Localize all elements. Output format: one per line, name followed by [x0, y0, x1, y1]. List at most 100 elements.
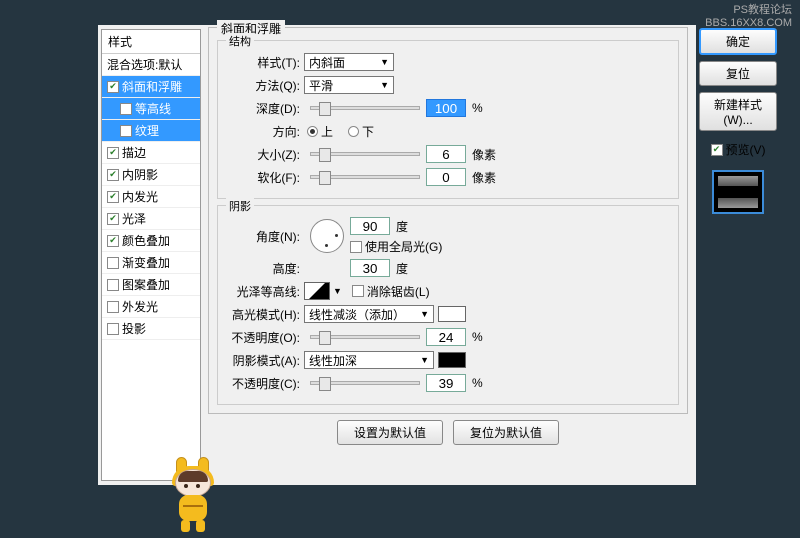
soften-slider[interactable] — [310, 175, 420, 179]
blend-options[interactable]: 混合选项:默认 — [102, 54, 200, 76]
style-item-11[interactable]: 投影 — [102, 318, 200, 340]
global-light-label: 使用全局光(G) — [365, 238, 442, 255]
antialias-label: 消除锯齿(L) — [367, 283, 430, 300]
style-checkbox[interactable]: ✔ — [107, 147, 119, 159]
style-item-9[interactable]: 图案叠加 — [102, 274, 200, 296]
down-label: 下 — [362, 123, 374, 140]
style-item-5[interactable]: ✔内发光 — [102, 186, 200, 208]
action-panel: 确定 复位 新建样式(W)... ✔ 预览(V) — [698, 28, 778, 214]
style-item-7[interactable]: ✔颜色叠加 — [102, 230, 200, 252]
shadow-color[interactable] — [438, 352, 466, 368]
structure-title: 结构 — [226, 33, 254, 49]
shadow-opacity-label: 不透明度(C): — [226, 375, 304, 392]
size-unit: 像素 — [472, 146, 496, 163]
size-input[interactable] — [426, 145, 466, 163]
style-label: 投影 — [122, 320, 146, 337]
angle-input[interactable] — [350, 217, 390, 235]
cancel-button[interactable]: 复位 — [699, 61, 777, 86]
highlight-opacity-input[interactable] — [426, 328, 466, 346]
size-label: 大小(Z): — [226, 146, 304, 163]
antialias-checkbox[interactable] — [352, 285, 364, 297]
shadow-mode-select[interactable]: 线性加深▼ — [304, 351, 434, 369]
style-label: 图案叠加 — [122, 276, 170, 293]
style-label: 光泽 — [122, 210, 146, 227]
depth-slider[interactable] — [310, 106, 420, 110]
depth-input[interactable] — [426, 99, 466, 117]
style-item-1[interactable]: 等高线 — [102, 98, 200, 120]
highlight-opacity-slider[interactable] — [310, 335, 420, 339]
style-checkbox[interactable]: ✔ — [107, 169, 119, 181]
direction-label: 方向: — [226, 123, 304, 140]
shadow-group: 阴影 角度(N): 度 使用全局光(G) — [217, 205, 679, 405]
style-label: 内发光 — [122, 188, 158, 205]
style-label: 内阴影 — [122, 166, 158, 183]
make-default-button[interactable]: 设置为默认值 — [337, 420, 443, 445]
structure-group: 结构 样式(T): 内斜面▼ 方法(Q): 平滑▼ 深度(D): % 方向: — [217, 40, 679, 199]
style-checkbox[interactable]: ✔ — [107, 191, 119, 203]
style-checkbox[interactable] — [107, 301, 119, 313]
global-light-checkbox[interactable] — [350, 241, 362, 253]
shadow-opacity-input[interactable] — [426, 374, 466, 392]
style-item-4[interactable]: ✔内阴影 — [102, 164, 200, 186]
style-label: 外发光 — [122, 298, 158, 315]
highlight-color[interactable] — [438, 306, 466, 322]
style-checkbox[interactable]: ✔ — [107, 213, 119, 225]
altitude-input[interactable] — [350, 259, 390, 277]
style-item-8[interactable]: 渐变叠加 — [102, 252, 200, 274]
style-checkbox[interactable] — [120, 103, 132, 115]
reset-default-button[interactable]: 复位为默认值 — [453, 420, 559, 445]
highlight-mode-value: 线性减淡（添加） — [309, 306, 405, 323]
style-label: 斜面和浮雕 — [122, 78, 182, 95]
gloss-contour-picker[interactable] — [304, 282, 330, 300]
dropdown-arrow-icon: ▼ — [380, 80, 389, 90]
method-label: 方法(Q): — [226, 77, 304, 94]
style-label: 纹理 — [135, 122, 159, 139]
style-checkbox[interactable]: ✔ — [107, 81, 119, 93]
style-item-2[interactable]: 纹理 — [102, 120, 200, 142]
shadow-title: 阴影 — [226, 198, 254, 214]
method-select[interactable]: 平滑 ▼ — [304, 76, 394, 94]
mascot-icon — [166, 457, 224, 532]
style-checkbox[interactable] — [107, 323, 119, 335]
highlight-mode-select[interactable]: 线性减淡（添加）▼ — [304, 305, 434, 323]
style-checkbox[interactable]: ✔ — [107, 235, 119, 247]
preview-label: 预览(V) — [726, 141, 766, 158]
style-item-6[interactable]: ✔光泽 — [102, 208, 200, 230]
style-select[interactable]: 内斜面 ▼ — [304, 53, 394, 71]
sopacity-unit: % — [472, 376, 483, 390]
style-label: 颜色叠加 — [122, 232, 170, 249]
layer-style-dialog: 样式 混合选项:默认 ✔斜面和浮雕等高线纹理✔描边✔内阴影✔内发光✔光泽✔颜色叠… — [98, 25, 696, 485]
style-label: 等高线 — [135, 100, 171, 117]
preview-checkbox[interactable]: ✔ — [711, 144, 723, 156]
contour-arrow-icon[interactable]: ▼ — [333, 286, 342, 296]
watermark: PS教程论坛 BBS.16XX8.COM — [705, 4, 792, 30]
method-value: 平滑 — [309, 77, 333, 94]
depth-unit: % — [472, 101, 483, 115]
dropdown-arrow-icon: ▼ — [420, 355, 429, 365]
direction-down-radio[interactable] — [348, 126, 359, 137]
up-label: 上 — [321, 123, 333, 140]
new-style-button[interactable]: 新建样式(W)... — [699, 92, 777, 131]
highlight-mode-label: 高光模式(H): — [226, 306, 304, 323]
style-item-0[interactable]: ✔斜面和浮雕 — [102, 76, 200, 98]
shadow-opacity-slider[interactable] — [310, 381, 420, 385]
style-item-10[interactable]: 外发光 — [102, 296, 200, 318]
styles-header: 样式 — [102, 30, 200, 54]
altitude-unit: 度 — [396, 260, 408, 277]
style-checkbox[interactable] — [120, 125, 132, 137]
style-checkbox[interactable] — [107, 257, 119, 269]
style-label: 描边 — [122, 144, 146, 161]
direction-up-radio[interactable] — [307, 126, 318, 137]
style-checkbox[interactable] — [107, 279, 119, 291]
styles-list: 样式 混合选项:默认 ✔斜面和浮雕等高线纹理✔描边✔内阴影✔内发光✔光泽✔颜色叠… — [101, 29, 201, 481]
ok-button[interactable]: 确定 — [699, 28, 777, 55]
soften-input[interactable] — [426, 168, 466, 186]
size-slider[interactable] — [310, 152, 420, 156]
style-item-3[interactable]: ✔描边 — [102, 142, 200, 164]
gloss-contour-label: 光泽等高线: — [226, 283, 304, 300]
soften-label: 软化(F): — [226, 169, 304, 186]
dropdown-arrow-icon: ▼ — [380, 57, 389, 67]
preview-thumbnail — [712, 170, 764, 214]
angle-control[interactable] — [310, 219, 344, 253]
style-value: 内斜面 — [309, 54, 345, 71]
